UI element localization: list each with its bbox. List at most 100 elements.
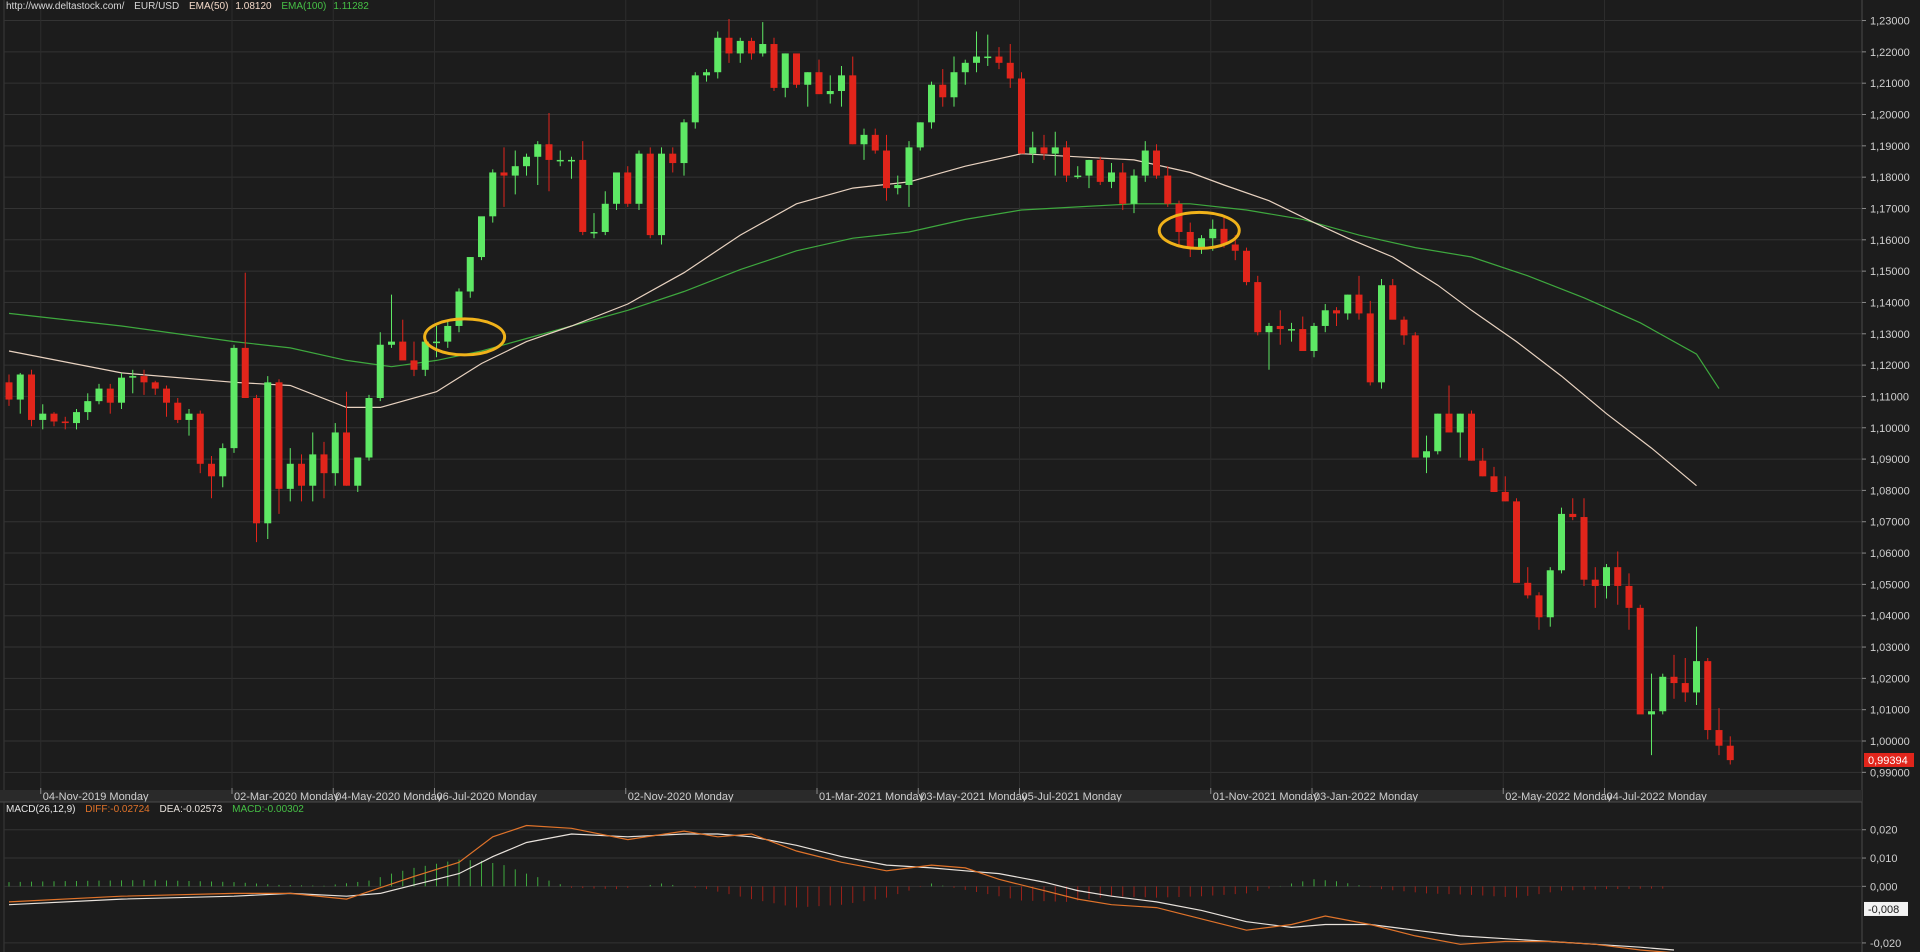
candle-body: [376, 344, 384, 398]
candle: [1366, 300, 1374, 386]
candle-body: [793, 53, 800, 85]
candle-body: [343, 432, 350, 486]
candle-body: [1018, 78, 1025, 154]
candle-body: [1051, 147, 1059, 154]
candle-body: [1276, 325, 1284, 330]
price-tick-label: 1,19000: [1870, 141, 1910, 153]
candle-body: [1074, 175, 1082, 178]
candle-body: [1479, 460, 1487, 477]
candle-body: [1580, 517, 1588, 580]
candle-body: [253, 398, 260, 524]
candle-body: [1096, 159, 1104, 182]
candle-body: [703, 72, 710, 76]
candle-body: [590, 231, 598, 234]
candle-body: [770, 44, 778, 88]
candle: [635, 150, 643, 211]
candle: [230, 344, 238, 453]
candle-body: [16, 374, 24, 400]
macd-value: MACD:-0.00302: [232, 804, 304, 815]
macd-tick-label: 0,010: [1870, 853, 1898, 865]
candle-body: [1558, 513, 1565, 571]
candle: [1468, 410, 1475, 461]
candle-body: [1535, 595, 1543, 618]
candle-body: [1063, 147, 1070, 176]
candle-body: [95, 388, 103, 402]
candle-body: [1411, 335, 1419, 458]
candle-body: [736, 40, 744, 54]
date-tick-label: 01-Mar-2021 Monday: [819, 791, 925, 803]
last-price-label: 0,99394: [1868, 755, 1908, 767]
diff-value: DIFF:-0.02724: [85, 804, 150, 815]
candle: [28, 369, 35, 427]
price-tick-label: 1,02000: [1870, 673, 1910, 685]
candle-body: [1321, 310, 1329, 326]
candle-body: [523, 156, 530, 167]
candle: [916, 122, 924, 151]
candle-body: [894, 184, 902, 189]
date-axis: 04-Nov-2019 Monday 02-Mar-2020 Monday04-M…: [0, 788, 1862, 803]
candle-body: [1501, 491, 1509, 502]
candle: [1513, 498, 1520, 583]
candle-body: [1659, 676, 1667, 712]
candle-body: [838, 75, 845, 92]
candle-body: [680, 122, 688, 164]
candle-body: [1175, 203, 1183, 232]
price-tick-label: 1,04000: [1870, 611, 1910, 623]
candle-body: [1119, 172, 1127, 204]
candle-body: [1108, 172, 1115, 182]
price-tick-label: 0,99000: [1870, 767, 1910, 779]
candle-body: [973, 56, 980, 63]
candle-body: [5, 382, 13, 400]
candle: [489, 169, 497, 223]
candle-body: [163, 388, 170, 403]
candle-body: [1681, 683, 1689, 693]
price-tick-label: 1,10000: [1870, 423, 1910, 435]
price-tick-label: 1,08000: [1870, 485, 1910, 497]
candle-body: [1040, 147, 1048, 154]
price-tick-label: 1,20000: [1870, 110, 1910, 122]
source-url[interactable]: http://www.deltastock.com/: [6, 1, 124, 12]
candle-body: [331, 432, 339, 474]
date-tick-label: 02-Nov-2020 Monday: [628, 791, 734, 803]
candle: [1659, 673, 1667, 715]
candle-body: [1209, 228, 1217, 239]
candle-body: [1254, 282, 1262, 333]
candle-body: [219, 448, 227, 477]
candle-body: [1153, 150, 1160, 176]
candle-body: [1243, 250, 1250, 283]
candle-body: [568, 159, 575, 162]
date-tick-label: 02-May-2022 Monday: [1505, 791, 1613, 803]
candle-body: [658, 153, 665, 236]
ema50-value: 1.08120: [235, 1, 272, 12]
candle-body: [1006, 62, 1014, 79]
candle-body: [860, 134, 868, 145]
candle-body: [388, 341, 395, 345]
candle-body: [1231, 244, 1239, 251]
candle-body: [174, 402, 182, 420]
price-tick-label: 1,18000: [1870, 172, 1910, 184]
candle-body: [1670, 676, 1678, 684]
candle-body: [1186, 231, 1194, 248]
ema100-label: EMA(100): [281, 1, 327, 12]
candle-body: [601, 203, 609, 232]
candle: [1254, 275, 1262, 336]
candle-body: [849, 75, 857, 145]
candle-body: [50, 413, 58, 422]
candle: [646, 147, 654, 239]
date-tick-label: 02-Mar-2020 Monday: [234, 791, 340, 803]
macd-tick-label: 0,000: [1870, 881, 1898, 893]
price-tick-label: 1,21000: [1870, 78, 1910, 90]
candle-body: [1456, 413, 1464, 433]
candle: [1018, 72, 1025, 154]
candle-body: [39, 413, 47, 420]
candle-body: [1288, 329, 1295, 331]
candle-body: [826, 91, 834, 95]
candle-body: [500, 172, 508, 176]
candle-body: [286, 463, 294, 489]
candle-body: [939, 84, 947, 98]
price-tick-label: 1,07000: [1870, 517, 1910, 529]
candle-body: [883, 150, 890, 189]
candle-body: [613, 172, 620, 204]
candle-body: [545, 144, 553, 160]
ema100-value: 1.11282: [333, 1, 369, 12]
